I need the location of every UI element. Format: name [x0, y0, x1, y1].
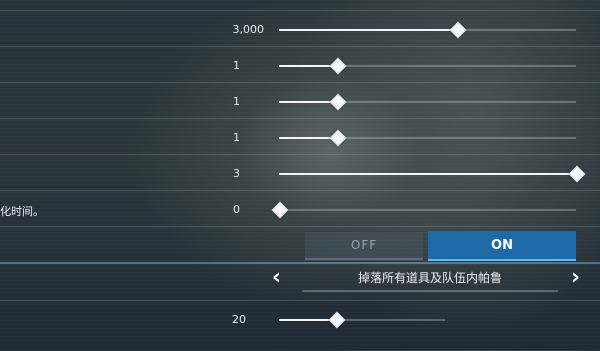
setting-value: 1: [233, 59, 240, 72]
setting-row-4: 1: [0, 118, 600, 155]
setting-row-2: 1: [0, 46, 600, 83]
setting-row-6: 化时间。 0: [0, 190, 600, 227]
slider-thumb[interactable]: [568, 165, 586, 183]
chevron-right-icon[interactable]: ›: [571, 265, 580, 291]
setting-value: 1: [233, 95, 240, 108]
setting-slider[interactable]: [279, 311, 445, 329]
setting-value: 0: [233, 203, 240, 216]
setting-row-3: 1: [0, 82, 600, 119]
setting-slider[interactable]: [279, 129, 576, 147]
setting-slider[interactable]: [279, 21, 576, 39]
slider-fill: [279, 29, 457, 31]
slider-thumb[interactable]: [328, 311, 346, 329]
setting-value: 3: [233, 167, 240, 180]
slider-thumb[interactable]: [271, 201, 289, 219]
setting-slider[interactable]: [279, 57, 576, 75]
slider-fill: [279, 173, 576, 175]
toggle-off-button[interactable]: OFF: [305, 232, 423, 260]
slider-thumb[interactable]: [329, 93, 347, 111]
setting-row-1: 3,000: [0, 10, 600, 47]
setting-row-9: 20: [0, 300, 600, 351]
toggle-on-button[interactable]: ON: [428, 231, 576, 261]
setting-row-5: 3: [0, 154, 600, 191]
setting-slider[interactable]: [279, 93, 576, 111]
setting-value: 1: [233, 131, 240, 144]
setting-value: 20: [232, 313, 246, 326]
selector-value: 掉落所有道具及队伍内帕鲁: [302, 266, 558, 292]
slider-thumb[interactable]: [329, 129, 347, 147]
setting-slider[interactable]: [271, 201, 576, 219]
setting-label: 化时间。: [0, 205, 44, 218]
slider-thumb[interactable]: [449, 21, 467, 39]
setting-slider[interactable]: [279, 165, 586, 183]
slider-thumb[interactable]: [329, 57, 347, 75]
chevron-left-icon[interactable]: ‹: [272, 265, 281, 291]
setting-value: 3,000: [232, 23, 265, 36]
